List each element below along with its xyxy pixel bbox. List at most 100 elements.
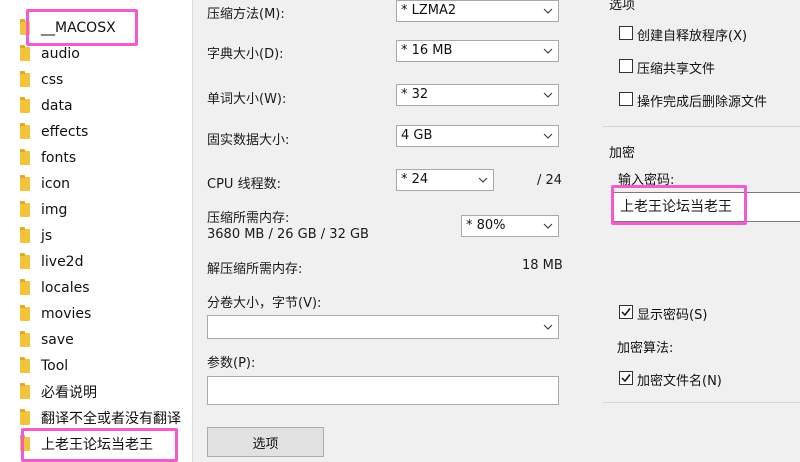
file-name: 上老王论坛当老王 <box>41 437 153 453</box>
folder-icon <box>20 19 30 35</box>
cpu-threads-select[interactable]: * 24 <box>396 169 494 191</box>
folder-icon <box>20 45 30 61</box>
chevron-down-icon <box>543 90 553 100</box>
file-list-item[interactable]: icon <box>0 172 193 196</box>
encrypt-names-label: 加密文件名(N) <box>637 374 722 389</box>
file-name: save <box>41 332 74 348</box>
delete-source-checkbox[interactable] <box>619 92 633 106</box>
folder-icon <box>20 253 30 269</box>
chevron-down-icon <box>543 221 553 231</box>
folder-icon <box>20 175 30 191</box>
encryption-group-title: 加密 <box>609 146 636 161</box>
file-list-item[interactable]: save <box>0 328 193 352</box>
file-name: audio <box>41 46 80 62</box>
folder-icon <box>20 383 30 399</box>
show-password-checkbox[interactable] <box>619 305 633 319</box>
file-list-item[interactable]: audio <box>0 42 193 66</box>
options-group-title: 选项 <box>609 0 636 13</box>
sfx-label: 创建自释放程序(X) <box>637 29 748 44</box>
file-name: 必看说明 <box>41 385 97 401</box>
dict-size-value: * 16 MB <box>401 43 453 58</box>
shared-files-checkbox[interactable] <box>619 59 633 73</box>
chevron-down-icon <box>543 131 553 141</box>
cpu-threads-total: / 24 <box>537 173 563 188</box>
mem-percent-value: * 80% <box>466 218 506 233</box>
chevron-down-icon <box>478 175 488 185</box>
chevron-down-icon <box>543 322 553 332</box>
encrypt-names-checkbox[interactable] <box>619 371 633 385</box>
file-list-item[interactable]: fonts <box>0 146 193 170</box>
solid-block-value: 4 GB <box>401 128 433 143</box>
volume-size-select[interactable] <box>207 315 559 339</box>
delete-source-label: 操作完成后删除源文件 <box>637 95 768 110</box>
mem-decompress-value: 18 MB <box>522 258 563 273</box>
compress-method-label: 压缩方法(M): <box>207 7 285 22</box>
file-name: 翻译不全或者没有翻译 <box>41 411 181 427</box>
password-input[interactable]: 上老王论坛当老王 <box>613 192 800 222</box>
file-name: live2d <box>41 254 84 270</box>
file-list-panel: __MACOSXaudio css data effects fonts icon img j… <box>0 0 193 462</box>
show-password-label: 显示密码(S) <box>637 308 708 323</box>
solid-block-label: 固实数据大小: <box>207 133 290 148</box>
folder-icon <box>20 227 30 243</box>
options-button[interactable]: 选项 <box>207 427 324 457</box>
file-name: effects <box>41 124 89 140</box>
word-size-select[interactable]: * 32 <box>396 84 559 106</box>
folder-icon <box>20 435 30 451</box>
folder-icon <box>20 331 30 347</box>
folder-icon <box>20 149 30 165</box>
mem-compress-value: 3680 MB / 26 GB / 32 GB <box>207 227 369 242</box>
file-list-item[interactable]: __MACOSX <box>0 16 193 40</box>
dict-size-label: 字典大小(D): <box>207 47 284 62</box>
compress-method-select[interactable]: * LZMA2 <box>396 0 559 22</box>
cpu-threads-label: CPU 线程数: <box>207 177 281 192</box>
params-label: 参数(P): <box>207 356 256 371</box>
word-size-label: 单词大小(W): <box>207 92 287 107</box>
encryption-group-border <box>603 402 800 403</box>
compress-method-value: * LZMA2 <box>401 3 457 18</box>
file-list-item[interactable]: live2d <box>0 250 193 274</box>
folder-icon <box>20 357 30 373</box>
file-list-item[interactable]: data <box>0 94 193 118</box>
cpu-threads-value: * 24 <box>401 172 429 187</box>
file-name: icon <box>41 176 71 192</box>
file-list-item[interactable]: locales <box>0 276 193 300</box>
params-input[interactable] <box>207 376 559 405</box>
file-list-item[interactable]: css <box>0 68 193 92</box>
file-list-item[interactable]: 翻译不全或者没有翻译 <box>0 406 193 430</box>
file-name: locales <box>41 280 90 296</box>
chevron-down-icon <box>543 6 553 16</box>
file-list-item[interactable]: 上老王论坛当老王 <box>0 432 193 456</box>
sfx-checkbox[interactable] <box>619 26 633 40</box>
file-list-item[interactable]: Tool <box>0 354 193 378</box>
file-name: Tool <box>41 358 69 374</box>
encryption-algorithm-label: 加密算法: <box>617 341 674 356</box>
mem-percent-select[interactable]: * 80% <box>461 215 559 237</box>
password-label: 输入密码: <box>618 173 675 188</box>
mem-compress-label: 压缩所需内存: <box>207 211 290 226</box>
folder-icon <box>20 71 30 87</box>
options-group-border <box>603 126 800 127</box>
mem-decompress-label: 解压缩所需内存: <box>207 262 303 277</box>
file-list-item[interactable]: effects <box>0 120 193 144</box>
folder-icon <box>20 123 30 139</box>
folder-icon <box>20 409 30 425</box>
folder-icon <box>20 97 30 113</box>
dict-size-select[interactable]: * 16 MB <box>396 40 559 62</box>
file-list-item[interactable]: js <box>0 224 193 248</box>
solid-block-select[interactable]: 4 GB <box>396 125 559 147</box>
file-name: img <box>41 202 68 218</box>
file-list-item[interactable]: 必看说明 <box>0 380 193 404</box>
file-name: fonts <box>41 150 77 166</box>
folder-icon <box>20 201 30 217</box>
chevron-down-icon <box>543 46 553 56</box>
file-name: __MACOSX <box>41 20 116 36</box>
file-name: css <box>41 72 64 88</box>
folder-icon <box>20 305 30 321</box>
volume-size-label: 分卷大小，字节(V): <box>207 296 322 311</box>
file-name: data <box>41 98 73 114</box>
file-list-item[interactable]: img <box>0 198 193 222</box>
checkmark-icon <box>621 374 631 383</box>
file-list-item[interactable]: movies <box>0 302 193 326</box>
word-size-value: * 32 <box>401 87 429 102</box>
